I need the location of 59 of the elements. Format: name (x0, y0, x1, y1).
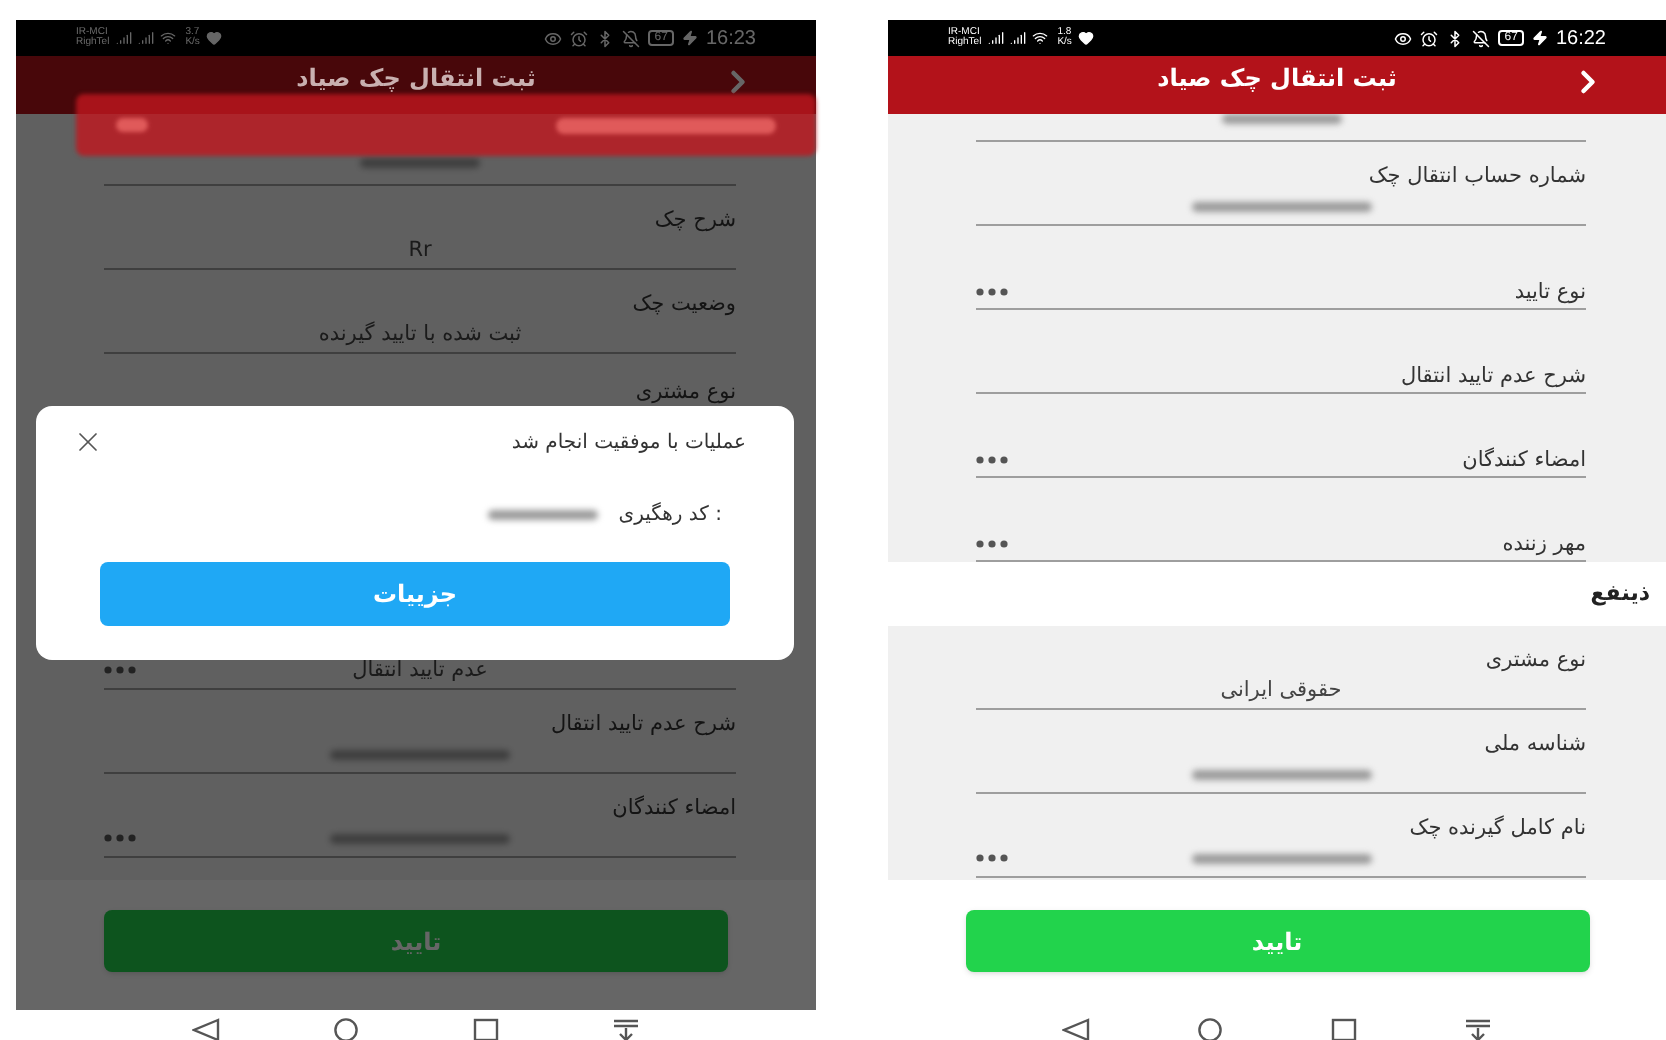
field-label: مهر زننده (1500, 533, 1586, 554)
more-dots-icon[interactable] (104, 666, 136, 674)
field-label: شرح چک (652, 209, 736, 230)
home-icon[interactable] (332, 1018, 360, 1040)
bluetooth-icon (596, 29, 615, 47)
notification-pull-icon[interactable] (1464, 1018, 1493, 1040)
eye-icon (1394, 29, 1413, 47)
dialog-message: عملیات با موفقیت انجام شد (511, 429, 746, 457)
wifi-icon (159, 30, 176, 46)
details-button[interactable]: جزییات (100, 562, 730, 626)
bell-off-icon (1472, 29, 1491, 47)
field-label: نوع مشتری (633, 382, 736, 403)
field-label: شماره حساب انتقال چک (1366, 165, 1586, 186)
signal-icon (987, 30, 1004, 46)
more-dots-icon[interactable] (976, 539, 1008, 548)
field-label: امضاء کنندگان (610, 797, 736, 818)
field-label: وضعیت چک (630, 293, 736, 314)
bluetooth-icon (1446, 29, 1465, 47)
back-icon[interactable] (192, 1018, 220, 1040)
alarm-icon (1420, 29, 1439, 47)
recents-icon[interactable] (1330, 1018, 1359, 1040)
bell-off-icon (622, 29, 641, 47)
more-dots-icon[interactable] (976, 854, 1008, 862)
heart-icon (205, 30, 222, 46)
notification-pull-icon[interactable] (612, 1018, 640, 1040)
field-label: شناسه ملی (1482, 733, 1586, 754)
field-label: نام کامل گیرنده چک (1407, 817, 1586, 838)
blurred-value (1221, 114, 1341, 124)
confirm-button[interactable]: تایید (104, 910, 728, 972)
alarm-icon (570, 29, 589, 47)
field-value: Rr (408, 239, 432, 261)
field-label: امضاء کنندگان (1460, 449, 1586, 470)
field-value: حقوقی ایرانی (1220, 679, 1342, 701)
tracking-code-label: کد رهگیری : (618, 500, 722, 530)
field-label: نوع مشتری (1483, 649, 1586, 670)
field-label: شرح عدم تایید انتقال (548, 713, 736, 734)
blurred-value (360, 158, 480, 168)
eye-icon (544, 29, 563, 47)
header-title: ثبت انتقال چک صیاد (296, 64, 536, 92)
signal-icon (137, 30, 154, 46)
clock: 16:22 (1555, 25, 1606, 53)
back-icon[interactable] (1061, 1018, 1090, 1040)
more-dots-icon[interactable] (976, 287, 1008, 296)
clock: 16:23 (705, 25, 756, 53)
recents-icon[interactable] (472, 1018, 500, 1040)
home-icon[interactable] (1195, 1018, 1224, 1040)
heart-icon (1077, 30, 1094, 46)
charging-icon (1531, 30, 1548, 46)
more-dots-icon[interactable] (104, 834, 136, 842)
section-header: ذینفع (888, 562, 1666, 626)
signal-icon (1009, 30, 1026, 46)
charging-icon (681, 30, 698, 46)
field-label: شرح عدم تایید انتقال (1398, 365, 1586, 386)
wifi-icon (1031, 30, 1048, 46)
field-label: نوع تایید (1512, 281, 1586, 302)
more-dots-icon[interactable] (976, 455, 1008, 464)
header-title: ثبت انتقال چک صیاد (1157, 64, 1397, 92)
confirm-button[interactable]: تایید (965, 910, 1589, 972)
signal-icon (115, 30, 132, 46)
